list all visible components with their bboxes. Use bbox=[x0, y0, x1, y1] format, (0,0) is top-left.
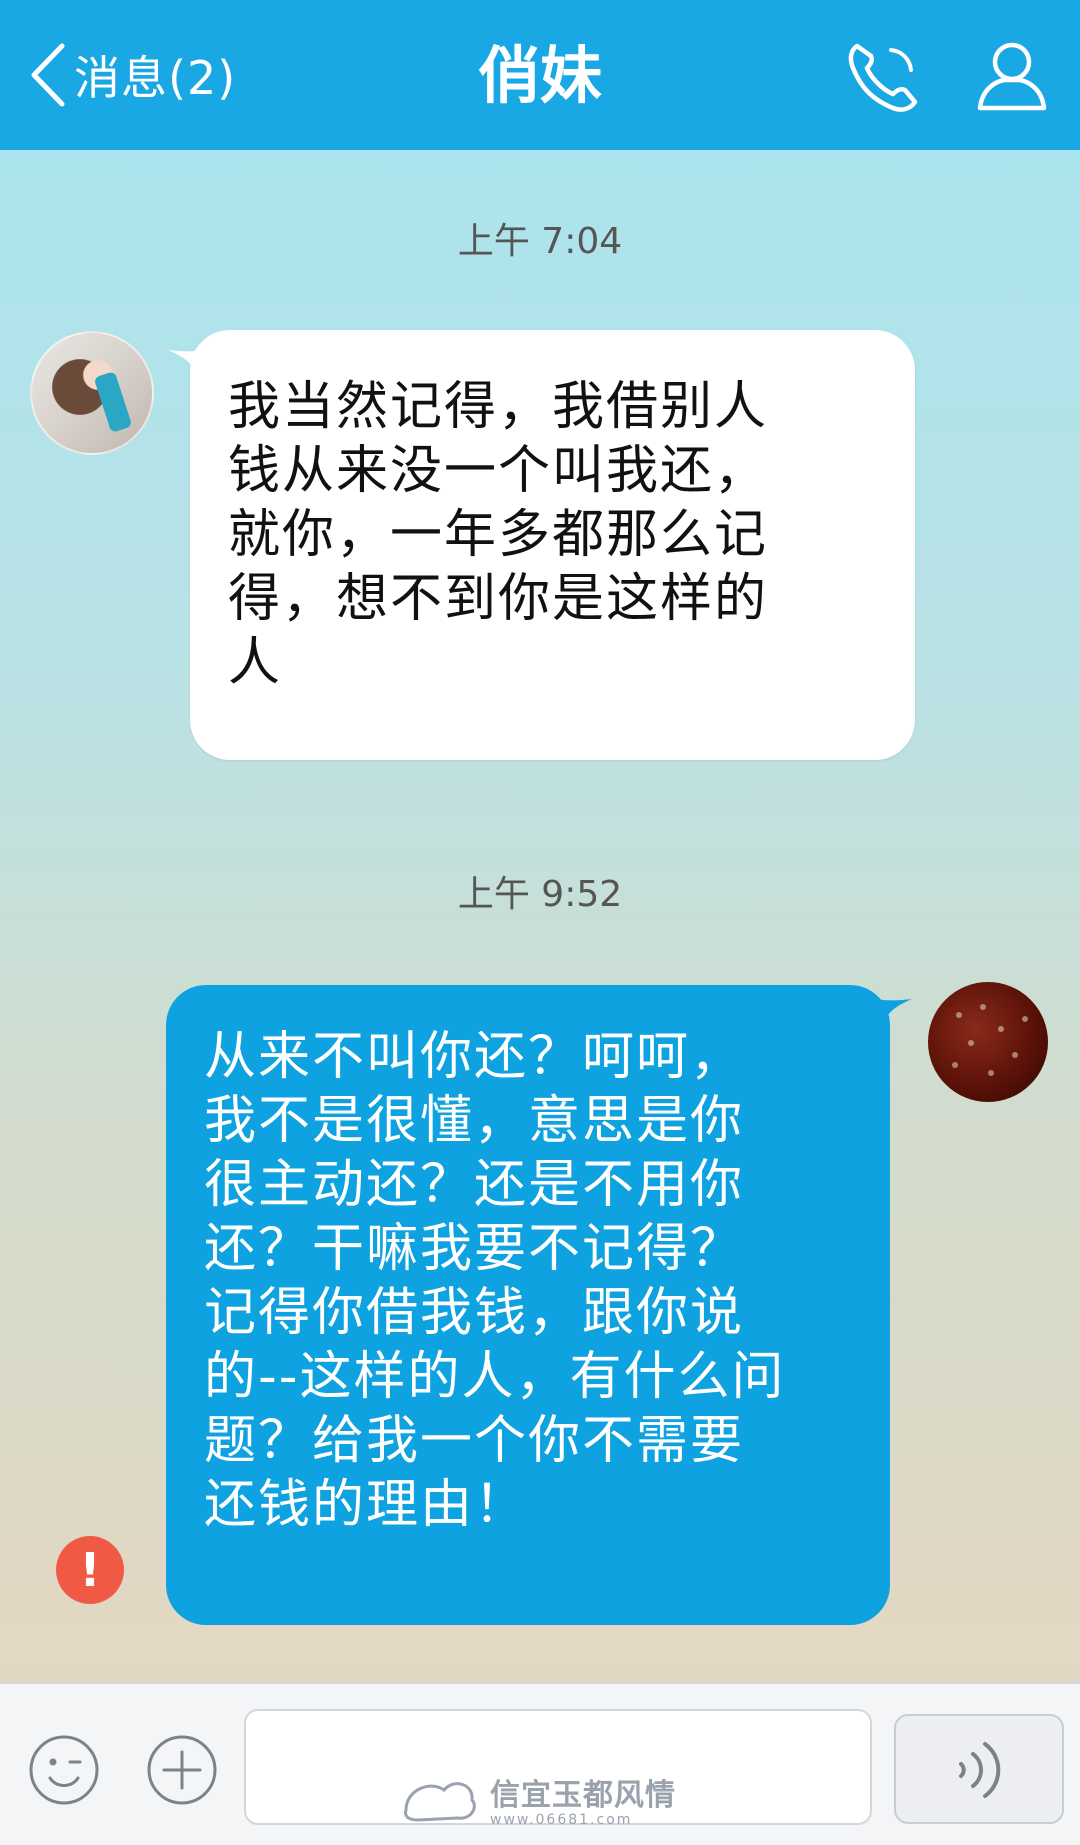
contact-avatar[interactable] bbox=[30, 331, 154, 455]
bubble-tail bbox=[168, 348, 212, 376]
avatar-droplet bbox=[956, 1012, 962, 1018]
my-avatar[interactable] bbox=[928, 982, 1048, 1102]
plus-icon bbox=[146, 1735, 218, 1810]
send-failed-button[interactable]: ! bbox=[56, 1536, 124, 1604]
emoji-button[interactable] bbox=[28, 1734, 100, 1806]
message-timestamp: 上午 7:04 bbox=[457, 221, 623, 262]
incoming-message-bubble[interactable]: 我当然记得，我借别人 钱从来没一个叫我还， 就你，一年多都那么记 得，想不到你是… bbox=[168, 330, 915, 760]
chevron-left-icon bbox=[28, 42, 68, 108]
avatar-droplet bbox=[1012, 1052, 1018, 1058]
profile-button[interactable] bbox=[972, 36, 1052, 116]
input-bar bbox=[0, 1682, 1080, 1845]
avatar-droplet bbox=[988, 1070, 994, 1076]
smile-icon bbox=[28, 1735, 100, 1810]
avatar-droplet bbox=[980, 1004, 986, 1010]
back-label: 消息(2) bbox=[74, 51, 237, 105]
outgoing-message-bubble[interactable]: 从来不叫你还？呵呵， 我不是很懂，意思是你 很主动还？还是不用你 还？干嘛我要不… bbox=[166, 985, 912, 1625]
incoming-message-text: 我当然记得，我借别人 钱从来没一个叫我还， 就你，一年多都那么记 得，想不到你是… bbox=[228, 377, 769, 693]
voice-button[interactable] bbox=[894, 1714, 1064, 1824]
more-options-button[interactable] bbox=[146, 1734, 218, 1806]
avatar-droplet bbox=[952, 1062, 958, 1068]
call-button[interactable] bbox=[843, 36, 923, 116]
outgoing-message-text: 从来不叫你还？呵呵， 我不是很懂，意思是你 很主动还？还是不用你 还？干嘛我要不… bbox=[204, 1027, 786, 1535]
message-input[interactable] bbox=[244, 1709, 872, 1825]
person-icon bbox=[972, 42, 1052, 120]
message-timestamp: 上午 9:52 bbox=[457, 874, 623, 915]
avatar-droplet bbox=[998, 1026, 1004, 1032]
chat-header: 消息(2) 俏妹 bbox=[0, 0, 1080, 150]
avatar-photo-detail bbox=[93, 371, 133, 433]
back-button[interactable]: 消息(2) bbox=[28, 40, 236, 110]
avatar-droplet bbox=[1022, 1016, 1028, 1022]
avatar-droplet bbox=[968, 1040, 974, 1046]
bubble-tail bbox=[868, 997, 912, 1025]
phone-icon bbox=[843, 43, 923, 120]
exclamation-icon: ! bbox=[79, 1543, 101, 1597]
